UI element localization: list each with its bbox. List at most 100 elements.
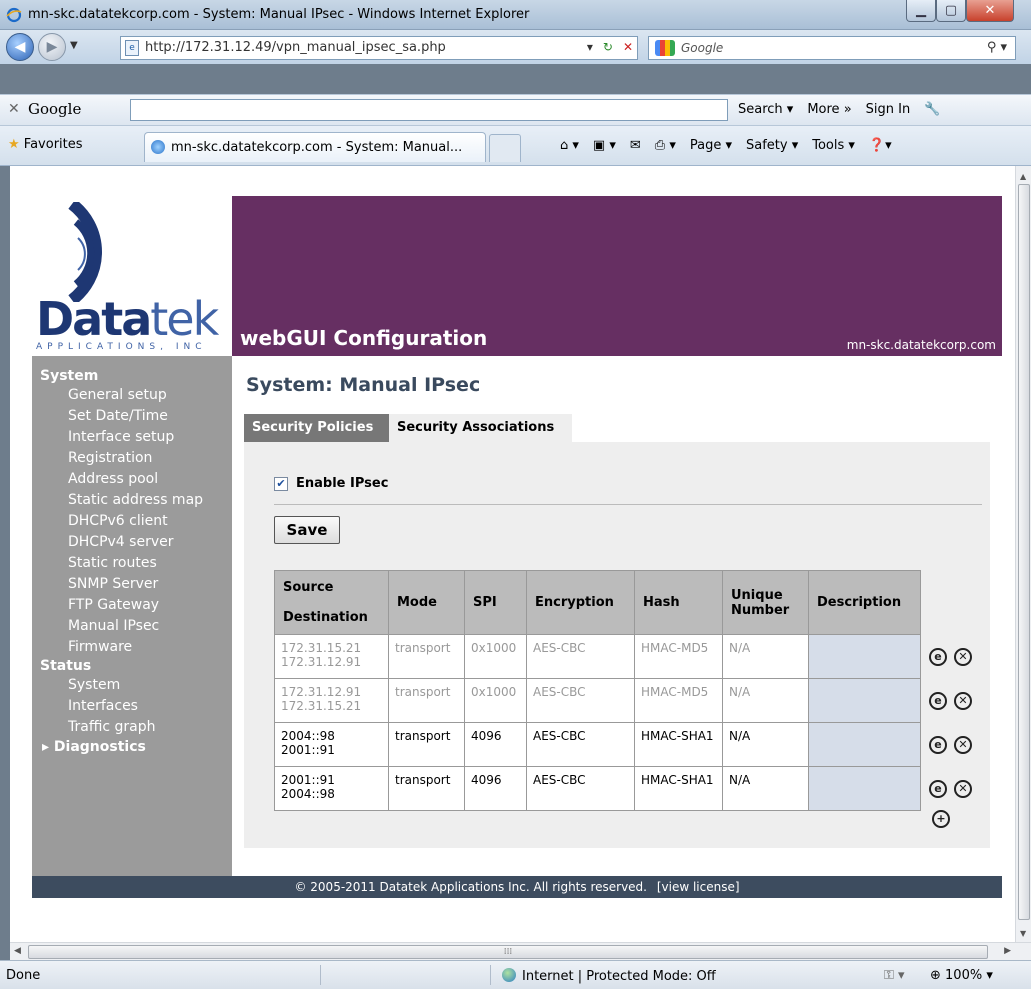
cell-spi: 4096 <box>464 766 527 811</box>
protected-mode-icon[interactable]: ⚿ ▾ <box>884 968 905 983</box>
sidebar-item-diagnostics[interactable]: ▸ Diagnostics <box>40 738 232 757</box>
scroll-down-icon[interactable]: ▼ <box>1020 929 1026 938</box>
horizontal-scrollbar[interactable]: ◀ ⁞⁞⁞ ▶ <box>10 942 1031 960</box>
refresh-icon[interactable]: ↻ <box>603 40 613 54</box>
scroll-left-icon[interactable]: ◀ <box>14 946 21 956</box>
sign-in-button[interactable]: Sign In <box>866 102 911 117</box>
cell-unique-number: N/A <box>722 634 809 679</box>
table-row: 172.31.15.21 172.31.12.91 transport 0x1000 A… <box>274 634 986 679</box>
back-button[interactable]: ◀ <box>6 33 34 61</box>
security-zone[interactable]: Internet | Protected Mode: Off <box>502 968 716 984</box>
sidebar-item-dhcpv4-server[interactable]: DHCPv4 server <box>40 532 232 553</box>
sidebar-item-address-pool[interactable]: Address pool <box>40 469 232 490</box>
table-header-row: Source Destination Mode SPI Encryption Ha… <box>274 570 986 635</box>
page-menu[interactable]: Page ▾ <box>690 138 732 153</box>
mail-icon[interactable]: ✉ <box>630 138 641 153</box>
main-content: System: Manual IPsec Security Policies S… <box>232 356 1002 876</box>
google-search-input[interactable] <box>130 99 728 121</box>
cell-encryption: AES-CBC <box>526 634 635 679</box>
more-button[interactable]: More » <box>807 102 851 117</box>
row-actions: e ✕ <box>920 722 986 767</box>
zoom-level[interactable]: ⊕ 100% ▾ <box>930 968 993 983</box>
safety-menu[interactable]: Safety ▾ <box>746 138 798 153</box>
vertical-scrollbar[interactable]: ▲ ▼ <box>1015 166 1031 942</box>
delete-icon[interactable]: ✕ <box>954 735 972 754</box>
print-icon[interactable]: ⎙ ▾ <box>655 138 676 153</box>
sidebar-item-static-address-map[interactable]: Static address map <box>40 490 232 511</box>
sidebar-item-traffic-graph[interactable]: Traffic graph <box>40 717 232 738</box>
banner-title: webGUI Configuration <box>240 326 488 350</box>
sidebar-item-set-date-time[interactable]: Set Date/Time <box>40 406 232 427</box>
google-search-button[interactable]: Search ▾ <box>738 102 793 117</box>
maximize-button[interactable]: ▢ <box>936 0 966 22</box>
help-icon[interactable]: ❓▾ <box>869 138 892 153</box>
page-bottom-space <box>32 898 1002 942</box>
cell-unique-number: N/A <box>722 722 809 767</box>
minimize-button[interactable]: ▁ <box>906 0 936 22</box>
sidebar-item-static-routes[interactable]: Static routes <box>40 553 232 574</box>
sidebar-item-firmware[interactable]: Firmware <box>40 637 232 658</box>
browser-tab-active[interactable]: mn-skc.datatekcorp.com - System: Manual.… <box>144 132 486 162</box>
cell-hash: HMAC-SHA1 <box>634 766 723 811</box>
sidebar-item-manual-ipsec[interactable]: Manual IPsec <box>40 616 232 637</box>
view-license-link[interactable]: [view license] <box>657 880 740 894</box>
status-divider <box>320 965 321 985</box>
address-dropdown-icon[interactable]: ▾ <box>587 40 593 54</box>
star-icon: ★ <box>8 137 20 152</box>
tools-menu[interactable]: Tools ▾ <box>812 138 855 153</box>
add-sa-icon[interactable]: + <box>932 810 950 828</box>
close-window-button[interactable]: ✕ <box>966 0 1014 22</box>
sidebar-item-ftp-gateway[interactable]: FTP Gateway <box>40 595 232 616</box>
enable-ipsec-checkbox[interactable]: ✔ <box>274 476 288 491</box>
status-text: Done <box>6 968 41 983</box>
new-tab-button[interactable] <box>489 134 521 162</box>
sidebar-item-interface-setup[interactable]: Interface setup <box>40 427 232 448</box>
wrench-icon[interactable]: 🔧 <box>924 102 940 117</box>
recent-pages-dropdown-icon[interactable]: ▼ <box>70 40 78 51</box>
enable-ipsec-label: Enable IPsec <box>296 476 389 491</box>
edit-icon[interactable]: e <box>929 735 947 754</box>
search-placeholder: Google <box>681 41 724 55</box>
scroll-right-icon[interactable]: ▶ <box>1004 946 1011 956</box>
address-url[interactable]: http://172.31.12.49/vpn_manual_ipsec_sa.… <box>145 40 446 55</box>
tab-security-associations[interactable]: Security Associations <box>389 414 572 442</box>
delete-icon[interactable]: ✕ <box>954 691 972 710</box>
sidebar-heading-status: Status <box>40 658 92 674</box>
status-divider <box>490 965 491 985</box>
delete-icon[interactable]: ✕ <box>954 647 972 666</box>
home-icon[interactable]: ⌂ ▾ <box>560 138 579 153</box>
vertical-scroll-thumb[interactable] <box>1018 184 1030 920</box>
address-bar[interactable]: e http://172.31.12.49/vpn_manual_ipsec_s… <box>120 36 638 60</box>
security-zone-label: Internet | Protected Mode: Off <box>522 969 716 984</box>
scroll-up-icon[interactable]: ▲ <box>1020 172 1026 181</box>
cell-source: 172.31.12.91 <box>281 685 362 699</box>
tab-security-policies[interactable]: Security Policies <box>244 414 389 442</box>
edit-icon[interactable]: e <box>929 779 947 798</box>
feeds-icon[interactable]: ▣ ▾ <box>593 138 616 153</box>
favorites-button[interactable]: ★ Favorites <box>8 137 83 152</box>
cell-source: 2001::91 <box>281 773 335 787</box>
edit-icon[interactable]: e <box>929 647 947 666</box>
sidebar-item-general-setup[interactable]: General setup <box>40 385 232 406</box>
save-button[interactable]: Save <box>274 516 340 544</box>
cell-destination: 172.31.15.21 <box>281 699 362 713</box>
cell-source: 2004::98 <box>281 729 335 743</box>
search-box[interactable]: Google ⚲ ▾ <box>648 36 1016 60</box>
header-unique-number: Unique Number <box>722 570 809 635</box>
page-footer: © 2005-2011 Datatek Applications Inc. Al… <box>32 876 1002 898</box>
sidebar-item-registration[interactable]: Registration <box>40 448 232 469</box>
delete-icon[interactable]: ✕ <box>954 779 972 798</box>
horizontal-scroll-thumb[interactable]: ⁞⁞⁞ <box>28 945 988 959</box>
close-toolbar-icon[interactable]: ✕ <box>8 101 20 117</box>
header-encryption: Encryption <box>526 570 635 635</box>
stop-icon[interactable]: ✕ <box>623 40 633 54</box>
edit-icon[interactable]: e <box>929 691 947 710</box>
logo-word-thin: tek <box>150 292 219 346</box>
cell-source-destination: 2004::98 2001::91 <box>274 722 389 767</box>
forward-button[interactable]: ▶ <box>38 33 66 61</box>
search-icon[interactable]: ⚲ ▾ <box>987 40 1007 55</box>
sidebar-item-interfaces[interactable]: Interfaces <box>40 696 232 717</box>
sidebar-item-dhcpv6-client[interactable]: DHCPv6 client <box>40 511 232 532</box>
sidebar-item-status-system[interactable]: System <box>40 675 232 696</box>
sidebar-item-snmp-server[interactable]: SNMP Server <box>40 574 232 595</box>
